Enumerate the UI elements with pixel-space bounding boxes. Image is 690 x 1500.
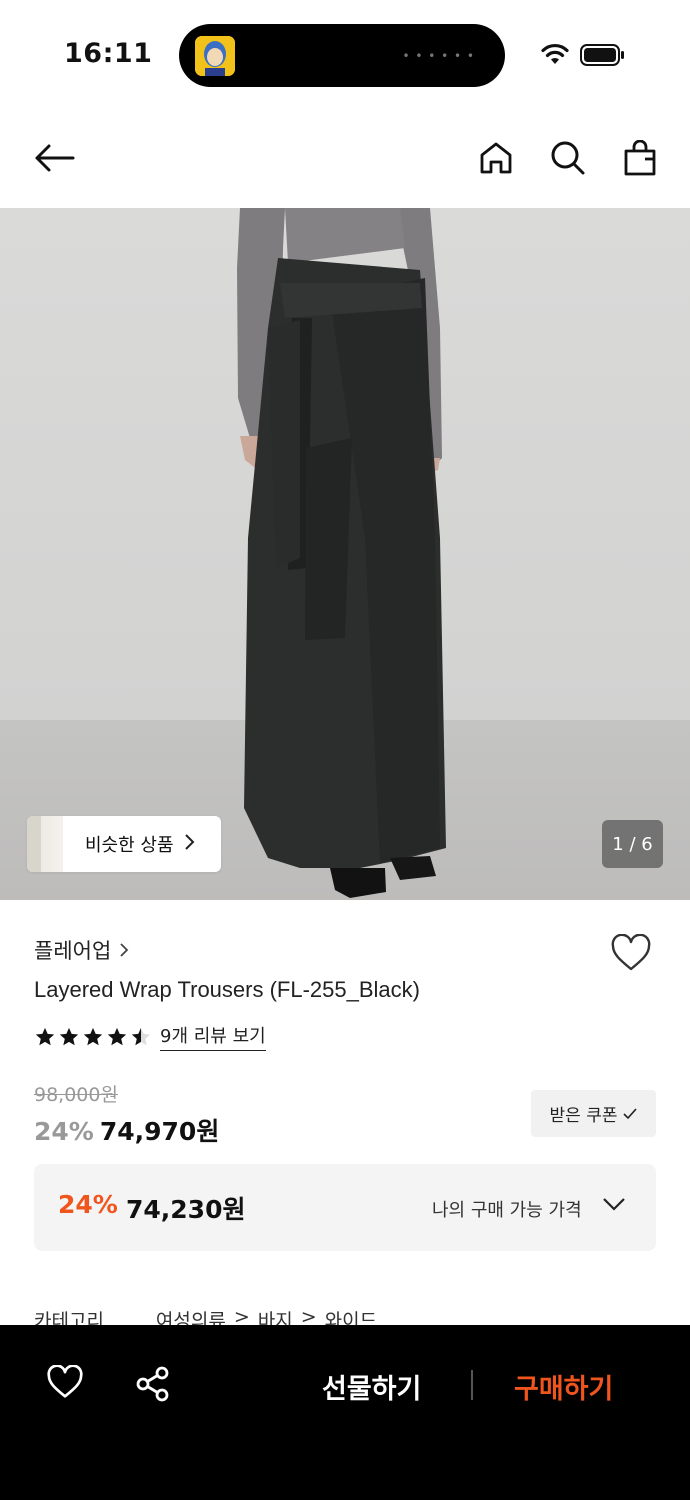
chevron-right-icon	[184, 833, 196, 856]
price-row: 24% 74,970원	[34, 1112, 219, 1148]
status-bar: 16:11 • • • • • •	[0, 0, 690, 110]
review-link[interactable]: 9개 리뷰 보기	[160, 1022, 266, 1051]
home-icon	[480, 142, 512, 174]
product-title: Layered Wrap Trousers (FL-255_Black)	[34, 977, 420, 1002]
brand-name: 플레어업	[34, 939, 112, 963]
star-icon	[83, 1027, 103, 1045]
island-dots: • • • • • •	[402, 49, 475, 63]
share-button[interactable]	[134, 1365, 172, 1407]
home-button[interactable]	[474, 136, 518, 180]
gift-button[interactable]: 선물하기	[322, 1367, 421, 1406]
chevron-right-icon	[120, 943, 129, 957]
bottom-divider	[471, 1370, 473, 1400]
similar-products-label: 비슷한 상품	[85, 835, 174, 856]
brand-link[interactable]: 플레어업	[34, 935, 129, 965]
search-button[interactable]	[546, 136, 590, 180]
status-time: 16:11	[64, 38, 153, 69]
buy-button[interactable]: 구매하기	[514, 1367, 613, 1406]
similar-products-button[interactable]: 비슷한 상품	[27, 816, 221, 872]
check-icon	[623, 1107, 638, 1119]
discount-rate: 24%	[34, 1117, 94, 1146]
my-price-label: 나의 구매 가능 가격	[432, 1200, 582, 1221]
half-star-icon	[131, 1027, 151, 1045]
received-coupon-button[interactable]: 받은 쿠폰	[531, 1090, 656, 1137]
original-price: 98,000원	[34, 1084, 118, 1106]
bottom-wishlist-button[interactable]	[46, 1364, 84, 1403]
wishlist-button[interactable]	[610, 933, 652, 976]
star-icon	[35, 1027, 55, 1045]
top-nav	[0, 110, 690, 208]
search-icon	[551, 141, 585, 175]
my-price-value: 74,230원	[126, 1195, 246, 1224]
product-image[interactable]	[0, 208, 690, 900]
cart-button[interactable]	[618, 136, 662, 180]
star-icon	[107, 1027, 127, 1045]
similar-products-thumbnail	[27, 816, 63, 872]
product-photo	[0, 208, 690, 900]
chevron-down-icon	[603, 1198, 625, 1211]
dynamic-island: • • • • • •	[179, 24, 505, 87]
bottom-action-bar: 선물하기 구매하기	[0, 1325, 690, 1500]
wifi-icon	[541, 43, 569, 64]
rating-stars	[34, 1026, 152, 1048]
battery-icon	[580, 44, 624, 66]
coupon-label: 받은 쿠폰	[549, 1106, 618, 1126]
shopping-bag-icon	[624, 140, 656, 176]
arrow-left-icon	[35, 144, 75, 172]
my-price-box[interactable]: 24% 74,230원 나의 구매 가능 가격	[34, 1164, 656, 1251]
share-icon	[136, 1366, 169, 1402]
app-avatar-icon	[195, 36, 235, 76]
back-button[interactable]	[32, 136, 76, 180]
image-page-indicator: 1 / 6	[602, 820, 663, 868]
rating-row: 9개 리뷰 보기	[34, 1022, 266, 1051]
star-icon	[59, 1027, 79, 1045]
heart-icon	[611, 933, 651, 971]
sale-price: 74,970원	[99, 1117, 220, 1146]
my-price-rate: 24%	[58, 1190, 118, 1219]
heart-icon	[47, 1364, 83, 1398]
